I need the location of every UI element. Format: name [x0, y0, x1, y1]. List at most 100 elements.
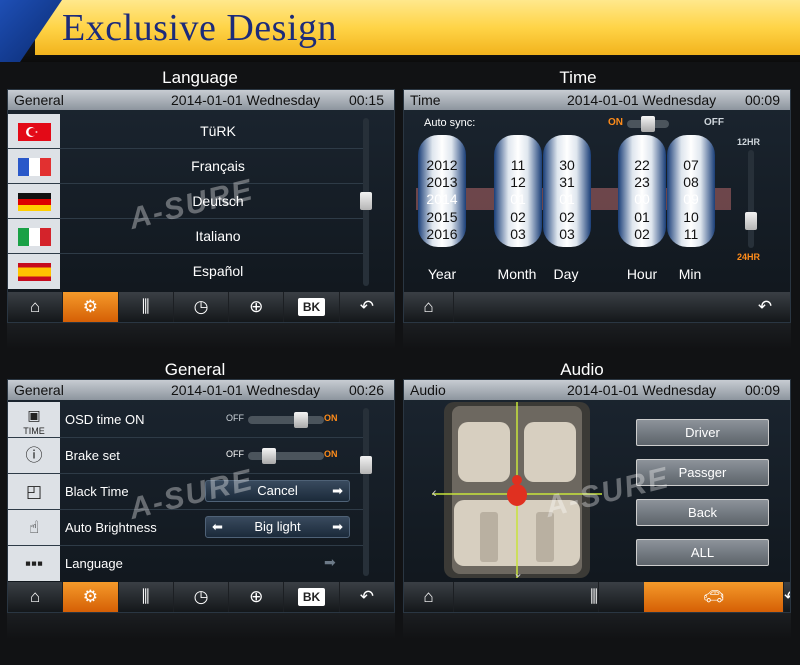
settings-gear-icon[interactable]: ⚙ — [63, 292, 119, 322]
header-name: General — [14, 382, 64, 398]
language-row[interactable]: ▪▪▪ Language ➡ — [8, 546, 364, 582]
header-time: 00:15 — [348, 92, 384, 108]
general-panel-title: General — [164, 360, 226, 379]
back-arrow-icon[interactable]: ↶ — [740, 292, 790, 322]
brake-set-row: ⓘ Brake set OFF ON — [8, 438, 364, 474]
osd-off-label: OFF — [226, 413, 244, 423]
language-item-french[interactable]: Français — [8, 149, 364, 184]
language-label: TüRK — [200, 123, 236, 139]
language-scrollbar[interactable] — [360, 118, 372, 286]
driver-button[interactable]: Driver — [636, 419, 769, 446]
home-icon[interactable]: ⌂ — [404, 292, 454, 322]
12hr-label: 12HR — [737, 137, 761, 147]
bottom-toolbar: ⌂ ⫼ 🚗︎ ↶ — [404, 582, 790, 612]
globe-settings-icon[interactable]: ⊕ — [229, 292, 285, 322]
reflection — [7, 613, 395, 639]
auto-brightness-selector[interactable]: ⬅ Big light ➡ — [205, 516, 350, 538]
back-arrow-icon[interactable]: ↶ — [340, 292, 394, 322]
osd-time-row: ▣ TIME OSD time ON OFF ON — [8, 402, 364, 438]
equalizer-icon[interactable]: ⫼ — [119, 582, 174, 612]
banner: Exclusive Design — [0, 0, 800, 62]
header-date: 2014-01-01 Wednesday — [567, 92, 717, 108]
header-date: 2014-01-01 Wednesday — [171, 382, 321, 398]
language-panel-title: Language — [162, 68, 238, 87]
header-name: Audio — [410, 382, 446, 398]
brake-set-toggle[interactable] — [248, 448, 324, 464]
black-time-value: Cancel — [257, 483, 298, 498]
autosync-toggle[interactable] — [627, 116, 669, 132]
svg-text:‹: ‹ — [432, 484, 437, 500]
language-row-label: Language — [65, 556, 123, 571]
arrow-right-icon[interactable]: ➡ — [324, 554, 336, 571]
time-panel: Time 2014-01-01 Wednesday 00:09 Auto syn… — [403, 89, 791, 323]
24hr-label: 24HR — [737, 252, 761, 262]
month-drum[interactable]: 11 12 01 02 03 — [494, 135, 542, 247]
bk-button[interactable]: BK — [284, 292, 340, 322]
autosync-on-label: ON — [608, 117, 623, 128]
header-date: 2014-01-01 Wednesday — [171, 92, 321, 108]
back-arrow-icon[interactable]: ↶ — [340, 582, 394, 612]
day-drum[interactable]: 30 31 01 02 03 — [543, 135, 591, 247]
brake-on-label: ON — [324, 449, 338, 459]
bk-label: BK — [297, 588, 326, 606]
bottom-toolbar: ⌂ ↶ — [404, 292, 790, 322]
osd-time-toggle[interactable] — [248, 412, 324, 428]
language-item-italian[interactable]: Italiano — [8, 219, 364, 254]
black-time-label: Black Time — [65, 484, 129, 499]
equalizer-icon[interactable]: ⫼ — [590, 587, 598, 607]
globe-settings-icon[interactable]: ⊕ — [229, 582, 285, 612]
general-scrollbar[interactable] — [360, 408, 372, 576]
hour-format-thumb[interactable] — [745, 212, 757, 230]
equalizer-icon[interactable]: ⫼ — [119, 292, 174, 322]
language-item-turkish[interactable]: TüRK — [8, 114, 364, 149]
car-icon[interactable]: 🚗︎ — [644, 582, 784, 612]
header-time: 00:09 — [744, 92, 780, 108]
back-seat-button[interactable]: Back — [636, 499, 769, 526]
osd-time-icon: ▣ TIME — [8, 402, 60, 437]
header-name: Time — [410, 92, 441, 108]
settings-gear-icon[interactable]: ⚙ — [63, 582, 119, 612]
germany-flag-icon — [18, 193, 51, 211]
italy-flag-icon — [18, 228, 51, 246]
home-icon[interactable]: ⌂ — [8, 582, 64, 612]
header-time: 00:09 — [744, 382, 780, 398]
autosync-off-label: OFF — [704, 117, 724, 128]
year-label: Year — [427, 266, 457, 282]
all-button[interactable]: ALL — [636, 539, 769, 566]
reflection — [403, 613, 791, 639]
home-icon[interactable]: ⌂ — [8, 292, 64, 322]
minute-drum[interactable]: 07 08 09 10 11 — [667, 135, 715, 247]
hour-drum[interactable]: 22 23 00 01 02 — [618, 135, 666, 247]
hour-format-slider[interactable] — [745, 150, 757, 248]
arrow-right-icon[interactable]: ➡ — [332, 481, 343, 501]
brake-off-label: OFF — [226, 449, 244, 459]
france-flag-icon — [18, 158, 51, 176]
bk-button[interactable]: BK — [284, 582, 340, 612]
arrow-left-icon[interactable]: ⬅ — [212, 517, 223, 537]
back-arrow-icon[interactable]: ↶ — [784, 582, 790, 612]
turkey-flag-icon — [18, 123, 51, 141]
clock-icon[interactable]: ◷ — [174, 292, 230, 322]
time-panel-title: Time — [559, 68, 597, 87]
alert-icon: ⓘ — [8, 438, 60, 473]
reflection — [403, 323, 791, 349]
auto-brightness-value: Big light — [254, 519, 301, 534]
bottom-toolbar: ⌂ ⚙ ⫼ ◷ ⊕ BK ↶ — [8, 582, 394, 612]
language-item-spanish[interactable]: Español — [8, 254, 364, 289]
clock-icon[interactable]: ◷ — [174, 582, 230, 612]
scrollbar-thumb[interactable] — [360, 192, 372, 210]
home-icon[interactable]: ⌂ — [404, 582, 454, 612]
panel-header: Time 2014-01-01 Wednesday 00:09 — [404, 90, 790, 110]
language-label: Italiano — [195, 228, 241, 244]
arrow-right-icon[interactable]: ➡ — [332, 517, 343, 537]
banner-title: Exclusive Design — [62, 7, 338, 49]
bottom-toolbar: ⌂ ⚙ ⫼ ◷ ⊕ BK ↶ — [8, 292, 394, 322]
day-label: Day — [553, 266, 579, 282]
year-drum[interactable]: 2012 2013 2014 2015 2016 — [418, 135, 466, 247]
audio-panel-title: Audio — [560, 360, 604, 379]
black-time-icon: ◰ — [8, 474, 60, 509]
scrollbar-thumb[interactable] — [360, 456, 372, 474]
panel-header: General 2014-01-01 Wednesday 00:26 — [8, 380, 394, 400]
brake-set-label: Brake set — [65, 448, 120, 463]
language-panel: General 2014-01-01 Wednesday 00:15 TüRK … — [7, 89, 395, 323]
